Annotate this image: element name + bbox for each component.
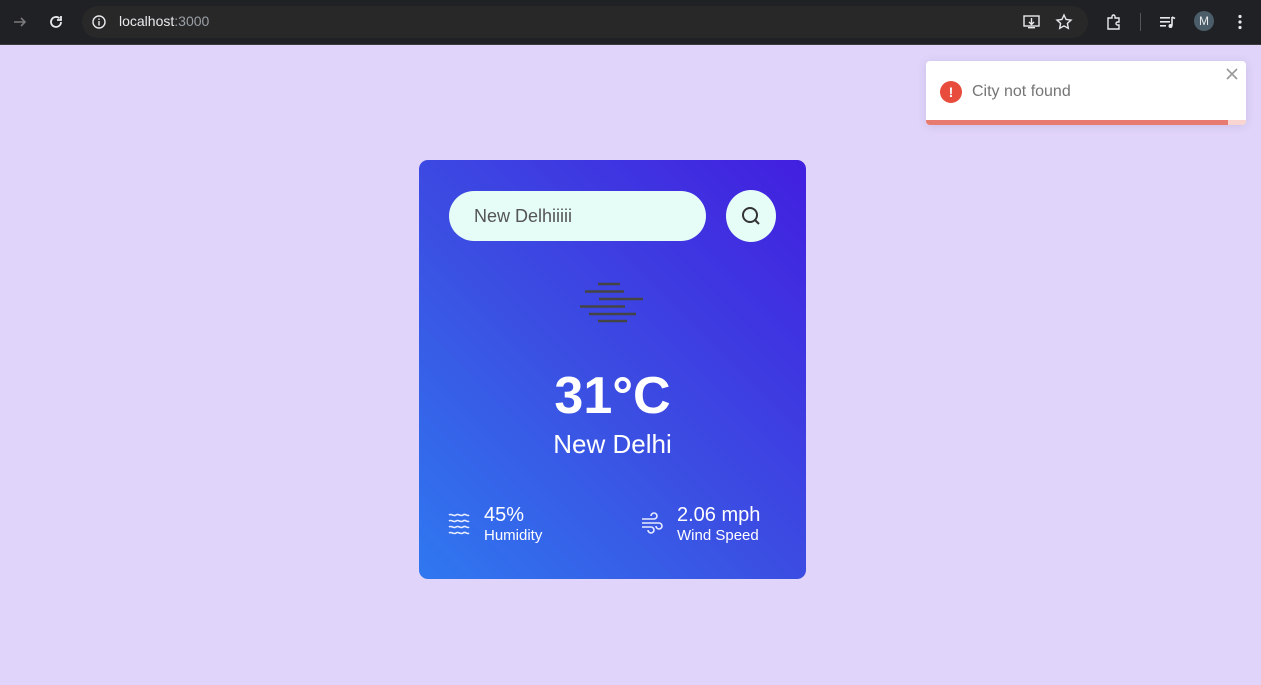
- temperature: 31°C: [554, 367, 671, 425]
- humidity-value: 45%: [484, 504, 525, 526]
- toast-message: City not found: [972, 83, 1071, 100]
- search-icon: [742, 207, 760, 225]
- weather-card: 31°C New Delhi 45% Humidity 2.06 mph Win…: [419, 160, 806, 579]
- close-icon[interactable]: [1225, 67, 1239, 81]
- address-bar[interactable]: localhost:3000: [82, 6, 1088, 38]
- toolbar-divider: [1140, 13, 1141, 31]
- bookmark-star-icon[interactable]: [1052, 10, 1076, 34]
- site-info-icon[interactable]: [87, 10, 111, 34]
- mist-icon: [580, 282, 643, 323]
- url-text: localhost:3000: [119, 13, 209, 29]
- wind-stat: 2.06 mph Wind Speed: [677, 503, 760, 545]
- wind-value: 2.06 mph: [677, 504, 761, 526]
- humidity-stat: 45% Humidity: [484, 503, 542, 545]
- toast-progress-bar: [926, 120, 1229, 125]
- browser-toolbar: localhost:3000 M: [0, 0, 1261, 45]
- kebab-menu-icon[interactable]: [1228, 10, 1252, 34]
- city-search-input[interactable]: [449, 191, 706, 241]
- reload-icon[interactable]: [44, 10, 68, 34]
- humidity-label: Humidity: [484, 527, 543, 544]
- forward-icon[interactable]: [8, 10, 32, 34]
- city-name: New Delhi: [553, 429, 672, 459]
- wind-icon: [642, 512, 663, 534]
- url-port: :3000: [174, 13, 210, 29]
- profile-avatar[interactable]: M: [1194, 11, 1214, 31]
- error-toast[interactable]: ! City not found: [926, 61, 1246, 125]
- url-host: localhost: [119, 13, 175, 29]
- error-icon: !: [940, 81, 962, 103]
- extensions-icon[interactable]: [1102, 10, 1126, 34]
- search-button[interactable]: [726, 190, 776, 242]
- wind-label: Wind Speed: [677, 527, 759, 544]
- toast-progress-track: [926, 120, 1246, 125]
- install-app-icon[interactable]: [1020, 10, 1044, 34]
- media-controls-icon[interactable]: [1156, 10, 1180, 34]
- humidity-waves-icon: [448, 513, 470, 535]
